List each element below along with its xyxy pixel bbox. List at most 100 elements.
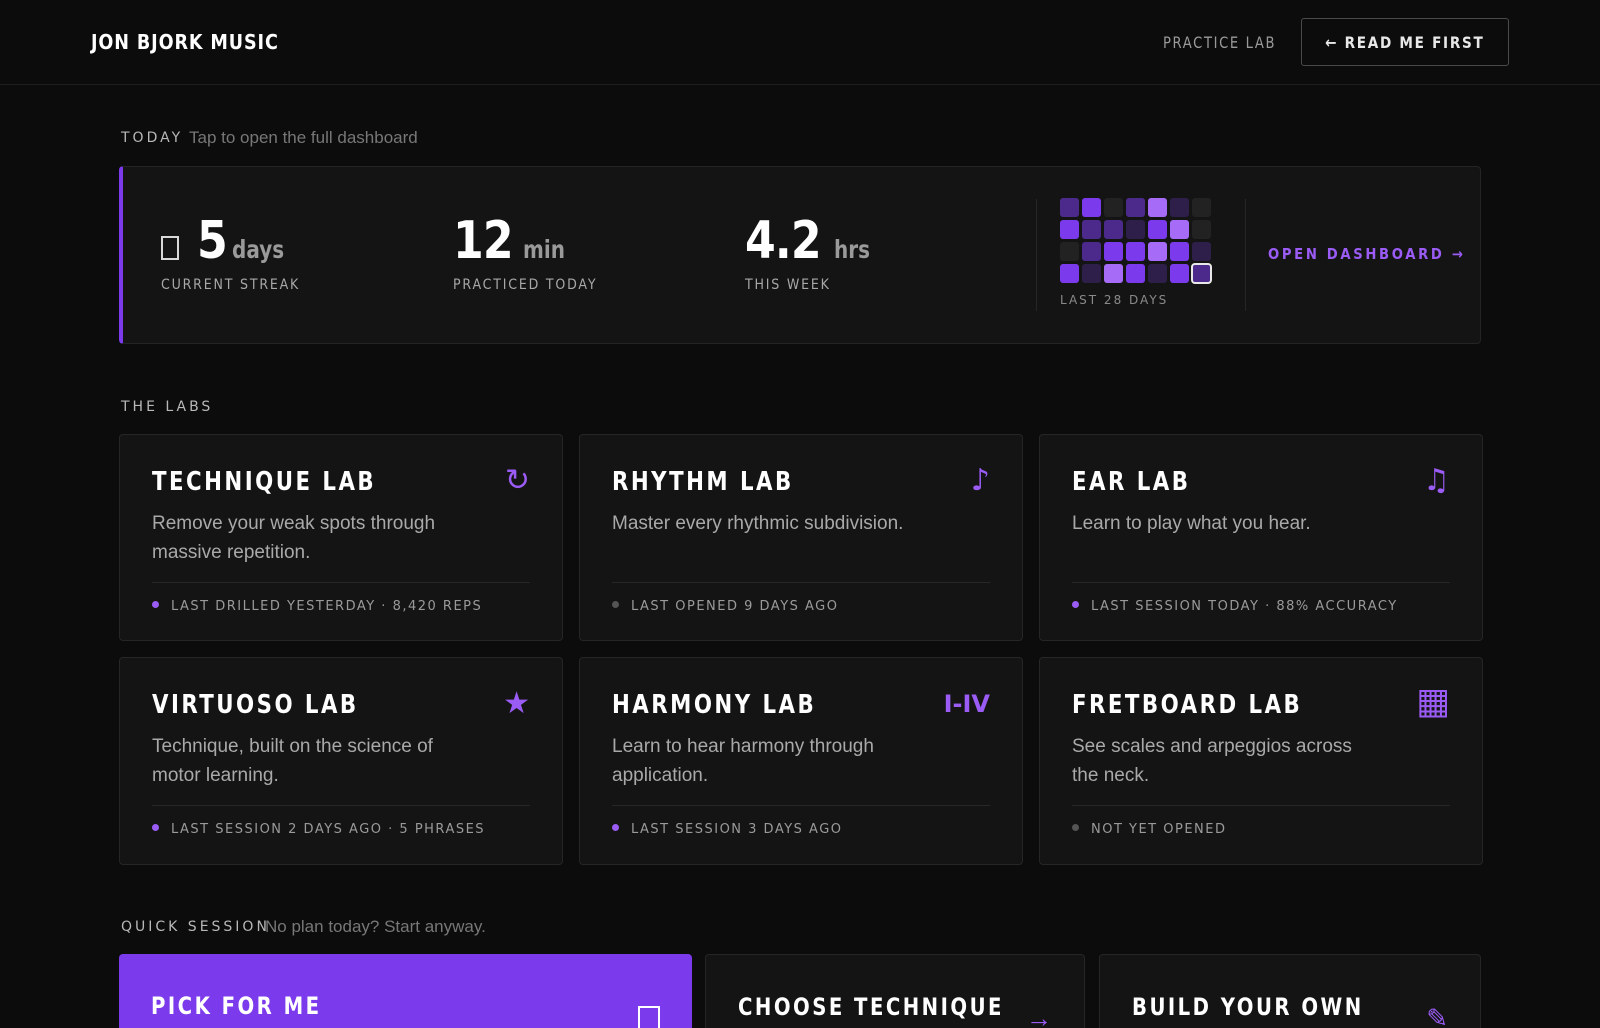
streak-value: 5 <box>197 211 228 271</box>
lab-last-activity: LAST SESSION 2 DAYS AGO · 5 PHRASES <box>152 822 485 837</box>
heatmap-cell <box>1148 242 1167 261</box>
heatmap-cell <box>1104 198 1123 217</box>
heatmap-cell <box>1192 242 1211 261</box>
repeat-icon: ↻ <box>504 463 530 498</box>
streak-caption: CURRENT STREAK <box>161 277 301 293</box>
lab-description: See scales and arpeggios across the neck… <box>1072 736 1352 786</box>
heatmap-caption: LAST 28 DAYS <box>1060 293 1169 307</box>
nav-practice-lab[interactable]: PRACTICE LAB <box>1163 33 1276 52</box>
arrow-right-icon: → <box>1026 1003 1052 1028</box>
lab-last-activity: NOT YET OPENED <box>1072 822 1227 837</box>
heatmap-cell <box>1170 220 1189 239</box>
lab-description: Remove your weak spots through massive r… <box>152 513 436 563</box>
heatmap-cell <box>1082 198 1101 217</box>
status-dot-icon <box>152 601 159 608</box>
heatmap-cell <box>1104 242 1123 261</box>
choose-technique-label: CHOOSE TECHNIQUE <box>738 993 1004 1021</box>
divider <box>152 805 530 806</box>
heatmap-cell <box>1170 242 1189 261</box>
status-dot-icon <box>612 601 619 608</box>
heatmap-cell <box>1082 220 1101 239</box>
heatmap-cell <box>1126 264 1145 283</box>
status-dot-icon <box>152 824 159 831</box>
heatmap-cell <box>1082 264 1101 283</box>
status-dot-icon <box>1072 824 1079 831</box>
lab-last-activity: LAST DRILLED YESTERDAY · 8,420 REPS <box>152 599 482 614</box>
practiced-caption: PRACTICED TODAY <box>453 277 598 293</box>
open-dashboard-link[interactable]: OPEN DASHBOARD → <box>1268 245 1465 263</box>
heatmap-cell <box>1148 264 1167 283</box>
divider <box>1245 199 1246 311</box>
lab-card-virtuoso-lab[interactable]: VIRTUOSO LAB ★ Technique, built on the sci… <box>119 657 563 865</box>
read-me-first-button[interactable]: ← READ ME FIRST <box>1301 18 1509 66</box>
today-hint: Tap to open the full dashboard <box>189 128 418 147</box>
lab-last-activity: LAST SESSION TODAY · 88% ACCURACY <box>1072 599 1398 614</box>
pick-for-me-button[interactable]: PICK FOR ME <box>119 954 692 1028</box>
lab-meta-text: LAST SESSION 2 DAYS AGO · 5 PHRASES <box>171 822 486 837</box>
lab-title: TECHNIQUE LAB <box>152 467 377 497</box>
heatmap-cell <box>1060 242 1079 261</box>
lab-meta-text: LAST OPENED 9 DAYS AGO <box>631 599 839 614</box>
heatmap-cell <box>1104 220 1123 239</box>
heatmap-cell <box>1060 198 1079 217</box>
lab-description: Master every rhythmic subdivision. <box>612 513 904 534</box>
lab-meta-text: NOT YET OPENED <box>1091 822 1227 837</box>
activity-heatmap <box>1060 198 1212 284</box>
divider <box>1036 199 1037 311</box>
lab-card-rhythm-lab[interactable]: RHYTHM LAB ♪ Master every rhythmic subdivi… <box>579 434 1023 641</box>
lab-title: EAR LAB <box>1072 467 1191 497</box>
lab-card-harmony-lab[interactable]: HARMONY LAB I-IV Learn to hear harmony thr… <box>579 657 1023 865</box>
today-dashboard-panel[interactable]: 5 days CURRENT STREAK 12 min PRACTICED TOD… <box>119 166 1481 344</box>
practiced-stat: 12 min PRACTICED TODAY <box>453 211 596 293</box>
week-value: 4.2 <box>745 211 822 271</box>
status-dot-icon <box>1072 601 1079 608</box>
streak-checkbox-icon <box>161 236 179 260</box>
lab-description: Learn to play what you hear. <box>1072 513 1311 534</box>
heatmap-cell <box>1126 242 1145 261</box>
lab-title: VIRTUOSO LAB <box>152 690 359 720</box>
lab-card-technique-lab[interactable]: TECHNIQUE LAB ↻ Remove your weak spots thr… <box>119 434 563 641</box>
read-me-first-label: ← READ ME FIRST <box>1325 32 1485 52</box>
quick-session-label: QUICK SESSION <box>121 919 270 935</box>
divider <box>152 582 530 583</box>
quick-session-hint: No plan today? Start anyway. <box>265 917 486 936</box>
heatmap-cell <box>1126 220 1145 239</box>
heatmap-cell <box>1104 264 1123 283</box>
divider <box>612 805 990 806</box>
week-caption: THIS WEEK <box>745 277 831 293</box>
chord-progression-icon: I-IV <box>943 690 990 718</box>
week-unit: hrs <box>834 235 871 264</box>
heatmap-cell <box>1170 264 1189 283</box>
pick-for-me-label: PICK FOR ME <box>151 992 322 1020</box>
brand-logo[interactable]: JON BJORK MUSIC <box>91 30 279 54</box>
heatmap-cell <box>1192 198 1211 217</box>
heatmap-cell <box>1170 198 1189 217</box>
status-dot-icon <box>612 824 619 831</box>
top-bar: JON BJORK MUSIC PRACTICE LAB ← READ ME F… <box>0 0 1600 85</box>
divider <box>1072 805 1450 806</box>
streak-stat: 5 days CURRENT STREAK <box>161 211 298 293</box>
build-your-own-label: BUILD YOUR OWN <box>1132 993 1364 1021</box>
streak-unit: days <box>232 235 285 264</box>
build-your-own-button[interactable]: BUILD YOUR OWN ✎ <box>1099 954 1481 1028</box>
lab-description: Learn to hear harmony through applicatio… <box>612 736 874 786</box>
labs-section-label: THE LABS <box>121 399 214 415</box>
star-icon: ★ <box>503 686 530 721</box>
lab-card-ear-lab[interactable]: EAR LAB ♫ Learn to play what you hear. LAST… <box>1039 434 1483 641</box>
heatmap-cell <box>1082 242 1101 261</box>
lab-meta-text: LAST DRILLED YESTERDAY · 8,420 REPS <box>171 599 483 614</box>
practiced-unit: min <box>523 235 566 264</box>
divider <box>1072 582 1450 583</box>
lab-card-fretboard-lab[interactable]: FRETBOARD LAB ▦ See scales and arpeggios a… <box>1039 657 1483 865</box>
lab-last-activity: LAST SESSION 3 DAYS AGO <box>612 822 843 837</box>
heatmap-cell <box>1126 198 1145 217</box>
divider <box>612 582 990 583</box>
shuffle-box-icon <box>638 1006 660 1028</box>
heatmap-cell-today <box>1191 263 1212 284</box>
week-stat: 4.2 hrs THIS WEEK <box>745 211 879 293</box>
heatmap-cell <box>1192 220 1211 239</box>
lab-meta-text: LAST SESSION TODAY · 88% ACCURACY <box>1091 599 1398 614</box>
heatmap-cell <box>1148 198 1167 217</box>
lab-title: HARMONY LAB <box>612 690 817 720</box>
choose-technique-button[interactable]: CHOOSE TECHNIQUE → <box>705 954 1085 1028</box>
